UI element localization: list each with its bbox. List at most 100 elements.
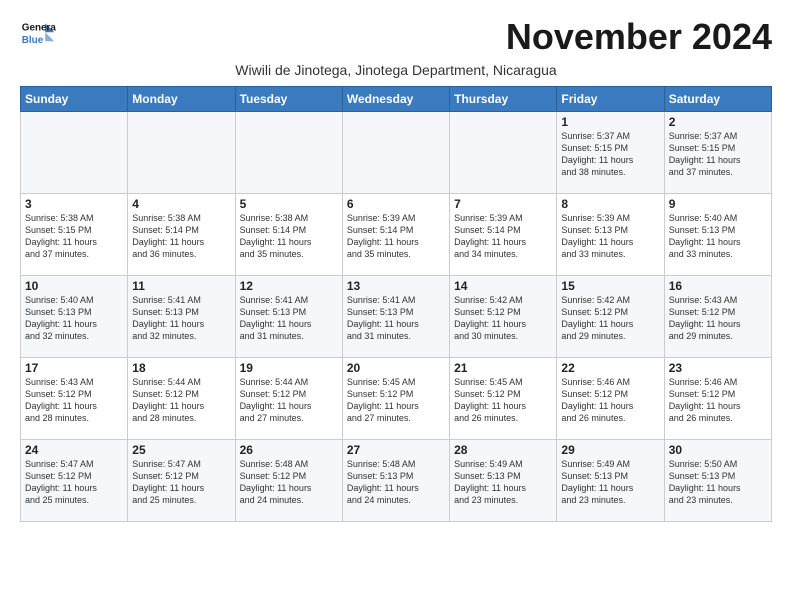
day-number: 27	[347, 443, 445, 457]
day-number: 24	[25, 443, 123, 457]
day-info: Sunrise: 5:48 AM Sunset: 5:13 PM Dayligh…	[347, 458, 445, 507]
day-info: Sunrise: 5:42 AM Sunset: 5:12 PM Dayligh…	[454, 294, 552, 343]
calendar-cell: 28Sunrise: 5:49 AM Sunset: 5:13 PM Dayli…	[450, 440, 557, 522]
calendar-cell: 7Sunrise: 5:39 AM Sunset: 5:14 PM Daylig…	[450, 194, 557, 276]
calendar-cell: 18Sunrise: 5:44 AM Sunset: 5:12 PM Dayli…	[128, 358, 235, 440]
calendar-cell: 10Sunrise: 5:40 AM Sunset: 5:13 PM Dayli…	[21, 276, 128, 358]
day-number: 30	[669, 443, 767, 457]
calendar-cell	[21, 112, 128, 194]
day-number: 17	[25, 361, 123, 375]
calendar-cell: 24Sunrise: 5:47 AM Sunset: 5:12 PM Dayli…	[21, 440, 128, 522]
calendar-cell: 23Sunrise: 5:46 AM Sunset: 5:12 PM Dayli…	[664, 358, 771, 440]
day-number: 10	[25, 279, 123, 293]
calendar-cell: 12Sunrise: 5:41 AM Sunset: 5:13 PM Dayli…	[235, 276, 342, 358]
day-number: 12	[240, 279, 338, 293]
calendar-cell: 3Sunrise: 5:38 AM Sunset: 5:15 PM Daylig…	[21, 194, 128, 276]
month-title: November 2024	[506, 16, 772, 58]
day-info: Sunrise: 5:46 AM Sunset: 5:12 PM Dayligh…	[561, 376, 659, 425]
day-info: Sunrise: 5:42 AM Sunset: 5:12 PM Dayligh…	[561, 294, 659, 343]
day-info: Sunrise: 5:41 AM Sunset: 5:13 PM Dayligh…	[132, 294, 230, 343]
calendar-cell: 15Sunrise: 5:42 AM Sunset: 5:12 PM Dayli…	[557, 276, 664, 358]
calendar-header: SundayMondayTuesdayWednesdayThursdayFrid…	[21, 87, 772, 112]
calendar-cell: 20Sunrise: 5:45 AM Sunset: 5:12 PM Dayli…	[342, 358, 449, 440]
calendar-cell: 6Sunrise: 5:39 AM Sunset: 5:14 PM Daylig…	[342, 194, 449, 276]
calendar-cell	[128, 112, 235, 194]
weekday-header-tuesday: Tuesday	[235, 87, 342, 112]
calendar-cell: 19Sunrise: 5:44 AM Sunset: 5:12 PM Dayli…	[235, 358, 342, 440]
day-number: 26	[240, 443, 338, 457]
day-number: 4	[132, 197, 230, 211]
calendar-table: SundayMondayTuesdayWednesdayThursdayFrid…	[20, 86, 772, 522]
day-info: Sunrise: 5:37 AM Sunset: 5:15 PM Dayligh…	[669, 130, 767, 179]
calendar-cell: 25Sunrise: 5:47 AM Sunset: 5:12 PM Dayli…	[128, 440, 235, 522]
calendar-cell: 30Sunrise: 5:50 AM Sunset: 5:13 PM Dayli…	[664, 440, 771, 522]
weekday-header-thursday: Thursday	[450, 87, 557, 112]
day-number: 11	[132, 279, 230, 293]
day-number: 9	[669, 197, 767, 211]
calendar-cell: 11Sunrise: 5:41 AM Sunset: 5:13 PM Dayli…	[128, 276, 235, 358]
subtitle: Wiwili de Jinotega, Jinotega Department,…	[20, 62, 772, 78]
day-info: Sunrise: 5:49 AM Sunset: 5:13 PM Dayligh…	[561, 458, 659, 507]
calendar-cell: 27Sunrise: 5:48 AM Sunset: 5:13 PM Dayli…	[342, 440, 449, 522]
day-number: 25	[132, 443, 230, 457]
day-info: Sunrise: 5:39 AM Sunset: 5:14 PM Dayligh…	[454, 212, 552, 261]
weekday-header-monday: Monday	[128, 87, 235, 112]
day-info: Sunrise: 5:37 AM Sunset: 5:15 PM Dayligh…	[561, 130, 659, 179]
day-info: Sunrise: 5:39 AM Sunset: 5:13 PM Dayligh…	[561, 212, 659, 261]
page-container: General Blue November 2024 Wiwili de Jin…	[0, 0, 792, 532]
calendar-week-4: 17Sunrise: 5:43 AM Sunset: 5:12 PM Dayli…	[21, 358, 772, 440]
day-info: Sunrise: 5:40 AM Sunset: 5:13 PM Dayligh…	[669, 212, 767, 261]
day-info: Sunrise: 5:40 AM Sunset: 5:13 PM Dayligh…	[25, 294, 123, 343]
day-info: Sunrise: 5:50 AM Sunset: 5:13 PM Dayligh…	[669, 458, 767, 507]
calendar-week-5: 24Sunrise: 5:47 AM Sunset: 5:12 PM Dayli…	[21, 440, 772, 522]
day-number: 21	[454, 361, 552, 375]
day-info: Sunrise: 5:45 AM Sunset: 5:12 PM Dayligh…	[347, 376, 445, 425]
day-info: Sunrise: 5:43 AM Sunset: 5:12 PM Dayligh…	[669, 294, 767, 343]
day-info: Sunrise: 5:47 AM Sunset: 5:12 PM Dayligh…	[25, 458, 123, 507]
calendar-week-1: 1Sunrise: 5:37 AM Sunset: 5:15 PM Daylig…	[21, 112, 772, 194]
day-number: 5	[240, 197, 338, 211]
svg-text:General: General	[22, 22, 56, 33]
calendar-cell: 2Sunrise: 5:37 AM Sunset: 5:15 PM Daylig…	[664, 112, 771, 194]
calendar-cell: 26Sunrise: 5:48 AM Sunset: 5:12 PM Dayli…	[235, 440, 342, 522]
calendar-cell: 5Sunrise: 5:38 AM Sunset: 5:14 PM Daylig…	[235, 194, 342, 276]
day-number: 18	[132, 361, 230, 375]
day-number: 16	[669, 279, 767, 293]
calendar-cell: 8Sunrise: 5:39 AM Sunset: 5:13 PM Daylig…	[557, 194, 664, 276]
calendar-cell	[235, 112, 342, 194]
calendar-cell: 14Sunrise: 5:42 AM Sunset: 5:12 PM Dayli…	[450, 276, 557, 358]
calendar-cell: 29Sunrise: 5:49 AM Sunset: 5:13 PM Dayli…	[557, 440, 664, 522]
calendar-cell: 9Sunrise: 5:40 AM Sunset: 5:13 PM Daylig…	[664, 194, 771, 276]
svg-text:Blue: Blue	[22, 35, 44, 46]
day-number: 20	[347, 361, 445, 375]
header-row: General Blue November 2024	[20, 16, 772, 58]
day-info: Sunrise: 5:41 AM Sunset: 5:13 PM Dayligh…	[347, 294, 445, 343]
weekday-row: SundayMondayTuesdayWednesdayThursdayFrid…	[21, 87, 772, 112]
weekday-header-friday: Friday	[557, 87, 664, 112]
day-info: Sunrise: 5:47 AM Sunset: 5:12 PM Dayligh…	[132, 458, 230, 507]
calendar-body: 1Sunrise: 5:37 AM Sunset: 5:15 PM Daylig…	[21, 112, 772, 522]
day-info: Sunrise: 5:38 AM Sunset: 5:14 PM Dayligh…	[240, 212, 338, 261]
day-number: 2	[669, 115, 767, 129]
day-number: 8	[561, 197, 659, 211]
day-number: 22	[561, 361, 659, 375]
day-number: 13	[347, 279, 445, 293]
calendar-cell	[450, 112, 557, 194]
calendar-cell: 21Sunrise: 5:45 AM Sunset: 5:12 PM Dayli…	[450, 358, 557, 440]
weekday-header-saturday: Saturday	[664, 87, 771, 112]
day-number: 14	[454, 279, 552, 293]
day-info: Sunrise: 5:44 AM Sunset: 5:12 PM Dayligh…	[132, 376, 230, 425]
day-number: 28	[454, 443, 552, 457]
day-info: Sunrise: 5:49 AM Sunset: 5:13 PM Dayligh…	[454, 458, 552, 507]
day-info: Sunrise: 5:38 AM Sunset: 5:14 PM Dayligh…	[132, 212, 230, 261]
calendar-cell: 1Sunrise: 5:37 AM Sunset: 5:15 PM Daylig…	[557, 112, 664, 194]
weekday-header-sunday: Sunday	[21, 87, 128, 112]
day-info: Sunrise: 5:41 AM Sunset: 5:13 PM Dayligh…	[240, 294, 338, 343]
day-number: 3	[25, 197, 123, 211]
calendar-cell: 4Sunrise: 5:38 AM Sunset: 5:14 PM Daylig…	[128, 194, 235, 276]
day-info: Sunrise: 5:46 AM Sunset: 5:12 PM Dayligh…	[669, 376, 767, 425]
day-info: Sunrise: 5:38 AM Sunset: 5:15 PM Dayligh…	[25, 212, 123, 261]
day-number: 1	[561, 115, 659, 129]
logo: General Blue	[20, 16, 56, 52]
day-number: 19	[240, 361, 338, 375]
